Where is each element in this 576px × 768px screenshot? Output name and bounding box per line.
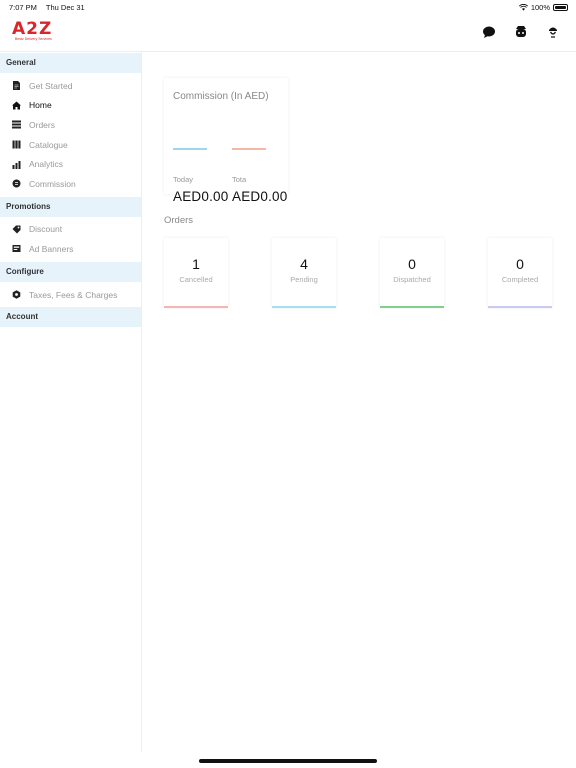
- commission-title: Commission (In AED): [173, 91, 269, 102]
- today-label: Today: [173, 175, 194, 184]
- user-icon[interactable]: [546, 25, 560, 39]
- sidebar-item-label: Ad Banners: [29, 243, 74, 254]
- order-card-pending[interactable]: 4 Pending: [272, 238, 336, 308]
- coin-icon: [12, 179, 21, 188]
- brand-mark: A2Z: [12, 19, 53, 39]
- chart-icon: [12, 160, 21, 169]
- sidebar-item-label: Catalogue: [29, 139, 68, 150]
- wifi-icon: [518, 4, 528, 11]
- sidebar-item-label: Home: [29, 100, 52, 111]
- settings-icon: [12, 290, 21, 299]
- sidebar-item-label: Analytics: [29, 159, 64, 170]
- sidebar-item-get-started[interactable]: Get Started: [0, 76, 141, 96]
- main-content: Commission (In AED) Today Tota AED0.00 A…: [142, 52, 576, 752]
- section-header-promotions: Promotions: [0, 196, 141, 217]
- sidebar-item-label: Discount: [29, 224, 63, 235]
- section-header-configure: Configure: [0, 261, 141, 282]
- sidebar-item-ad-banners[interactable]: Ad Banners: [0, 239, 141, 259]
- banner-icon: [12, 245, 21, 253]
- order-status-label: Dispatched: [393, 275, 431, 284]
- order-card-completed[interactable]: 0 Completed: [488, 238, 552, 308]
- sidebar-item-orders[interactable]: Orders: [0, 115, 141, 135]
- sidebar-item-label: Commission: [29, 178, 76, 189]
- brand-logo[interactable]: A2Z Bestz Delivery Services: [12, 19, 60, 46]
- battery-icon: [553, 4, 568, 11]
- order-count: 1: [192, 256, 200, 272]
- sidebar-item-label: Get Started: [29, 80, 73, 91]
- order-card-accent: [380, 306, 444, 308]
- status-date: Thu Dec 31: [45, 3, 85, 12]
- order-card-accent: [164, 306, 228, 308]
- sidebar: General Get Started Home Orders Catalogu…: [0, 52, 142, 752]
- sidebar-item-taxes-fees-charges[interactable]: Taxes, Fees & Charges: [0, 285, 141, 305]
- order-count: 0: [408, 256, 416, 272]
- today-legend-line: [173, 148, 207, 150]
- order-card-accent: [488, 306, 552, 308]
- order-count: 0: [516, 256, 524, 272]
- section-header-general: General: [0, 53, 141, 73]
- section-header-account: Account: [0, 307, 141, 328]
- brand-tagline: Bestz Delivery Services: [15, 37, 52, 41]
- order-status-label: Completed: [501, 275, 539, 284]
- order-card-cancelled[interactable]: 1 Cancelled: [164, 238, 228, 308]
- sidebar-item-home[interactable]: Home: [0, 96, 141, 116]
- tag-icon: [12, 225, 21, 234]
- status-bar: 7:07 PM Thu Dec 31 100%: [0, 0, 576, 14]
- book-icon: [12, 140, 21, 149]
- sidebar-item-label: Orders: [29, 119, 55, 130]
- commission-card: Commission (In AED) Today Tota AED0.00 A…: [164, 78, 288, 204]
- today-value: AED0.00: [173, 189, 229, 204]
- home-icon: [12, 101, 21, 110]
- sidebar-item-analytics[interactable]: Analytics: [0, 154, 141, 174]
- home-indicator[interactable]: [199, 759, 377, 763]
- total-label: Tota: [232, 175, 247, 184]
- list-icon: [12, 120, 21, 129]
- sidebar-item-commission[interactable]: Commission: [0, 174, 141, 194]
- sidebar-item-catalogue[interactable]: Catalogue: [0, 135, 141, 155]
- sidebar-item-discount[interactable]: Discount: [0, 220, 141, 240]
- battery-percent: 100%: [530, 3, 550, 12]
- top-bar: A2Z Bestz Delivery Services: [0, 14, 576, 52]
- sidebar-item-label: Taxes, Fees & Charges: [29, 289, 118, 300]
- status-time: 7:07 PM: [9, 3, 37, 12]
- order-status-label: Pending: [290, 275, 318, 284]
- order-card-dispatched[interactable]: 0 Dispatched: [380, 238, 444, 308]
- order-status-label: Cancelled: [179, 275, 213, 284]
- document-icon: [13, 81, 20, 91]
- chat-icon[interactable]: [482, 25, 496, 39]
- total-value: AED0.00: [232, 189, 288, 204]
- orders-title: Orders: [164, 215, 194, 226]
- store-icon[interactable]: [514, 25, 528, 39]
- order-card-accent: [272, 306, 336, 308]
- order-count: 4: [300, 256, 308, 272]
- total-legend-line: [232, 148, 266, 150]
